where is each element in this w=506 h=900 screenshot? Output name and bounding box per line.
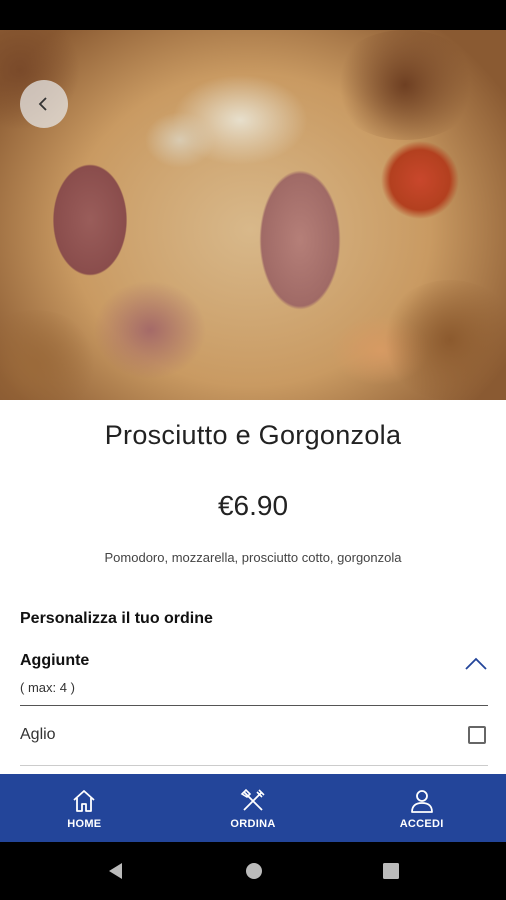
- product-title: Prosciutto e Gorgonzola: [104, 420, 402, 450]
- nav-label-ordina: ORDINA: [230, 818, 276, 830]
- utensils-icon: [240, 788, 265, 811]
- chevron-up-icon[interactable]: [464, 656, 488, 672]
- customize-title: Personalizza il tuo ordine: [20, 610, 213, 627]
- home-icon: [73, 790, 95, 812]
- nav-item-home[interactable]: HOME: [0, 774, 169, 842]
- chevron-left-icon: [38, 97, 47, 111]
- status-bar: [0, 0, 506, 30]
- system-navigation-bar: [0, 842, 506, 900]
- bottom-nav: HOME ORDINA ACCEDI: [0, 774, 506, 842]
- nav-item-accedi[interactable]: ACCEDI: [337, 774, 506, 842]
- addon-option-row[interactable]: Aglio: [20, 718, 488, 766]
- back-button[interactable]: [20, 80, 68, 128]
- product-description: Pomodoro, mozzarella, prosciutto cotto, …: [104, 550, 402, 565]
- product-image: [0, 30, 506, 400]
- product-details: Prosciutto e Gorgonzola €6.90 Pomodoro, …: [0, 400, 506, 774]
- nav-item-ordina[interactable]: ORDINA: [169, 774, 338, 842]
- back-triangle-icon[interactable]: [106, 861, 126, 881]
- nav-label-accedi: ACCEDI: [399, 818, 444, 830]
- addons-group-header[interactable]: Aggiunte ( max: 4 ): [20, 652, 488, 706]
- product-price: €6.90: [217, 490, 289, 521]
- recents-square-icon[interactable]: [382, 862, 400, 880]
- user-icon: [410, 790, 433, 813]
- addon-checkbox[interactable]: [468, 726, 486, 744]
- addons-group-max: ( max: 4 ): [20, 680, 75, 695]
- addon-option-label: Aglio: [20, 726, 56, 743]
- nav-label-home: HOME: [67, 818, 102, 830]
- addons-group-title: Aggiunte: [20, 652, 90, 669]
- home-circle-icon[interactable]: [244, 861, 264, 881]
